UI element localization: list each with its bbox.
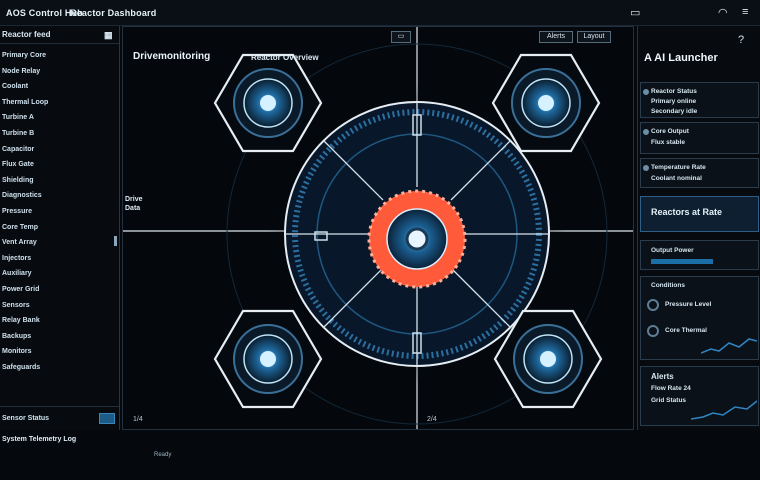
drive-data-tab[interactable]: Drive Data [125,195,143,213]
sidebar-item[interactable]: Safeguards [2,360,119,376]
window-icon[interactable]: ▭ [630,6,640,19]
status-card[interactable]: Reactor Status Primary online Secondary … [640,82,759,118]
telemetry-log-label[interactable]: System Telemetry Log [2,436,76,443]
alerts-label: Alerts [651,372,674,381]
card-line: Core Output [651,128,689,135]
gauge-ring-icon [647,299,659,311]
sidebar-header: Reactor feed ▦ [0,26,119,44]
sidebar-list: Primary Core Node Relay Coolant Thermal … [0,44,119,375]
card-line: Reactor Status [651,88,697,95]
output-card[interactable]: Core Output Flux stable [640,122,759,154]
sidebar-item[interactable]: Sensors [2,298,119,314]
sidebar-item[interactable]: Injectors [2,251,119,267]
sidebar-item[interactable]: Thermal Loop [2,95,119,111]
alert-line: Grid Status [651,397,687,404]
sidebar-item[interactable]: Shielding [2,173,119,189]
toolbar-button-window[interactable]: ▭ [391,31,411,43]
alerts-card[interactable]: Alerts Flow Rate 24 Grid Status [640,366,759,426]
condition-trend-icon [701,338,757,354]
right-panel-title: A AI Launcher [644,52,718,64]
sidebar-item[interactable]: Node Relay [2,64,119,80]
conditions-card[interactable]: Conditions Pressure Level Core Thermal [640,276,759,360]
pager-right: 2/4 [427,416,437,423]
viewport-subtitle: Reactor Overview [251,53,319,62]
wifi-icon[interactable]: ◠ [718,6,728,19]
sidebar-scrollbar[interactable] [114,236,117,246]
card-line: Secondary idle [651,108,698,115]
sidebar-item[interactable]: Backups [2,329,119,345]
sidebar-item[interactable]: Vent Array [2,235,119,251]
rate-card[interactable]: Reactors at Rate [640,196,759,232]
card-line: Temperature Rate [651,164,706,171]
help-icon[interactable]: ? [738,34,744,46]
gauge-line: Pressure Level [665,301,712,308]
status-hint: Ready [154,452,172,458]
sidebar-item[interactable]: Pressure [2,204,119,220]
pager-left: 1/4 [133,416,143,423]
power-label: Output Power [651,247,694,254]
toolbar-button-alerts[interactable]: Alerts [539,31,573,43]
sidebar-item[interactable]: Power Grid [2,282,119,298]
sidebar-item[interactable]: Relay Bank [2,313,119,329]
card-line: Primary online [651,98,697,105]
rate-label: Reactors at Rate [651,207,723,217]
sidebar-item[interactable]: Capacitor [2,142,119,158]
data-tab-line: Data [125,205,141,212]
sensor-status-label: Sensor Status [2,415,50,422]
status-dot-icon [643,89,649,95]
toolbar-button-layout[interactable]: Layout [577,31,611,43]
sidebar-item[interactable]: Core Temp [2,220,119,236]
reactor-viewport: Drivemonitoring Reactor Overview ▭ Alert… [122,26,634,430]
sidebar-item[interactable]: Turbine A [2,110,119,126]
output-dot-icon [643,129,649,135]
menu-icon[interactable]: ≡ [742,6,748,18]
right-panel: A AI Launcher ? Reactor Status Primary o… [637,26,760,430]
sidebar-item[interactable]: Diagnostics [2,188,119,204]
title-bar: AOS Control Hub Reactor Dashboard ▭ ◠ ≡ [0,0,760,26]
sidebar-item[interactable]: Monitors [2,344,119,360]
sensor-status-button[interactable] [99,413,115,424]
sidebar-item[interactable]: Auxiliary [2,266,119,282]
sidebar-item[interactable]: Primary Core [2,48,119,64]
sidebar-title: Reactor feed [2,30,51,39]
power-card[interactable]: Output Power [640,240,759,270]
conditions-label: Conditions [651,282,685,289]
card-line: Flux stable [651,139,685,146]
sidebar-item[interactable]: Flux Gate [2,157,119,173]
card-line: Coolant nominal [651,175,702,182]
core-center [405,227,429,251]
temp-dot-icon [643,165,649,171]
reactor-hud [123,27,633,429]
temperature-card[interactable]: Temperature Rate Coolant nominal [640,158,759,188]
sidebar-item[interactable]: Coolant [2,79,119,95]
viewport-title: Drivemonitoring [133,51,211,62]
drive-tab-line: Drive [125,196,143,203]
bottom-bar: System Telemetry Log Ready [0,430,760,480]
alert-line: Flow Rate 24 [651,385,691,392]
power-progress-bar [651,259,713,264]
sidebar-footer: Sensor Status [0,406,119,430]
sidebar-item[interactable]: Turbine B [2,126,119,142]
alert-trend-icon [691,400,757,420]
sidebar: Reactor feed ▦ Primary Core Node Relay C… [0,26,120,430]
grid-icon[interactable]: ▦ [104,30,113,41]
gauge-ring-icon [647,325,659,337]
app-subtitle: Reactor Dashboard [70,8,157,18]
